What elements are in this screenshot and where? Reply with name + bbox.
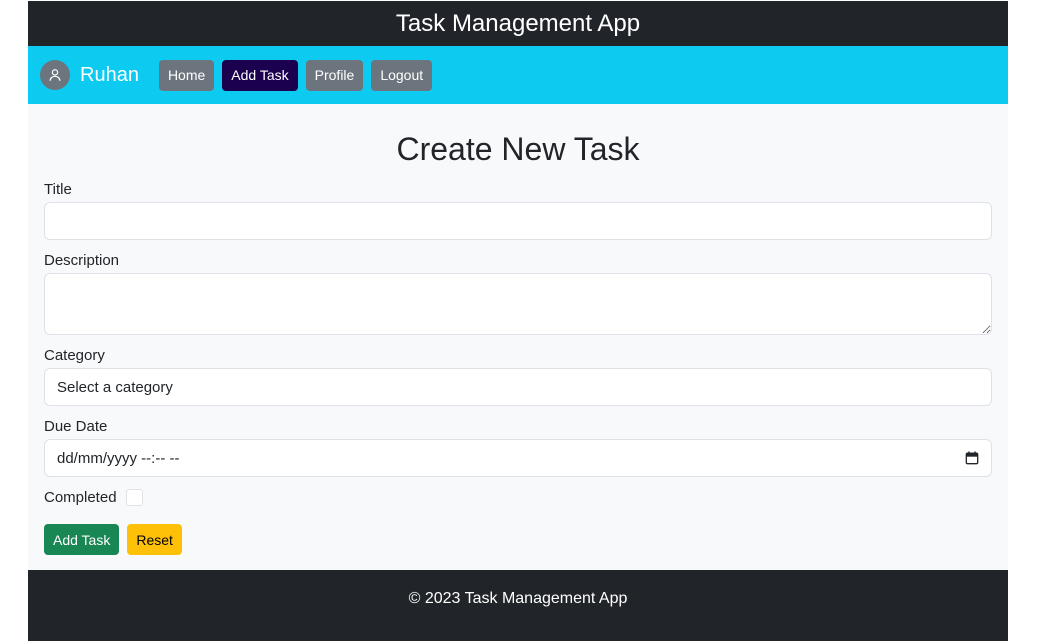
nav-add-task-button[interactable]: Add Task <box>222 59 298 91</box>
calendar-icon[interactable] <box>965 451 979 465</box>
reset-button[interactable]: Reset <box>127 524 182 555</box>
description-label: Description <box>44 252 120 269</box>
title-input[interactable] <box>44 202 992 240</box>
footer: © 2023 Task Management App <box>28 570 1008 641</box>
category-selected-value: Select a category <box>57 378 173 396</box>
completed-checkbox[interactable] <box>125 489 143 506</box>
form-actions: Add Task Reset <box>44 524 992 555</box>
app-header: Task Management App <box>28 1 1008 46</box>
app-container: Task Management App Ruhan Home Add Task … <box>28 0 1008 641</box>
user-icon <box>49 69 61 81</box>
avatar[interactable] <box>40 60 70 90</box>
category-label: Category <box>44 347 105 364</box>
completed-label: Completed <box>44 489 117 506</box>
due-date-label: Due Date <box>44 418 108 435</box>
category-select[interactable]: Select a category <box>44 368 992 406</box>
footer-text: © 2023 Task Management App <box>408 589 628 607</box>
nav-home-button[interactable]: Home <box>158 59 215 91</box>
app-title: Task Management App <box>395 9 641 37</box>
nav-profile-button[interactable]: Profile <box>305 59 364 91</box>
add-task-button[interactable]: Add Task <box>44 524 120 555</box>
main-content: Create New Task Title Description Catego… <box>28 104 1008 570</box>
completed-row: Completed <box>44 489 992 506</box>
username: Ruhan <box>80 63 139 86</box>
description-textarea[interactable] <box>44 273 992 335</box>
due-date-input[interactable]: dd/mm/yyyy --:-- -- <box>44 439 992 477</box>
title-label: Title <box>44 181 72 198</box>
nav-logout-button[interactable]: Logout <box>371 59 433 91</box>
navbar: Ruhan Home Add Task Profile Logout <box>28 46 1008 104</box>
due-date-value: dd/mm/yyyy --:-- -- <box>57 449 180 467</box>
page-title: Create New Task <box>396 131 640 167</box>
